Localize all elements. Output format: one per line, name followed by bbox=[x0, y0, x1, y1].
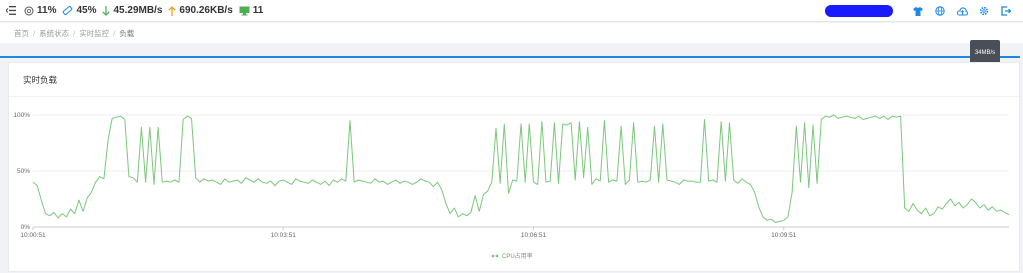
cpu-icon bbox=[24, 6, 34, 16]
breadcrumb-system-status[interactable]: 系统状态 bbox=[39, 28, 69, 39]
topbar-actions bbox=[825, 0, 1017, 22]
breadcrumb: 首页 / 系统状态 / 实时监控 / 负载 bbox=[0, 23, 1023, 43]
upload-speed-stat: 690.26KB/s bbox=[168, 5, 233, 16]
y-tick-label: 100% bbox=[13, 112, 30, 119]
cpu-usage-series-line bbox=[32, 114, 1010, 223]
shirt-icon[interactable] bbox=[907, 0, 929, 22]
x-tick-label: 10:03:51 bbox=[271, 232, 297, 239]
logout-icon[interactable] bbox=[995, 0, 1017, 22]
x-tick-label: 10:09:51 bbox=[771, 232, 797, 239]
menu-toggle-icon[interactable] bbox=[4, 4, 18, 18]
y-tick-label: 0% bbox=[21, 224, 31, 231]
breadcrumb-separator: / bbox=[33, 28, 36, 38]
download-speed-stat: 45.29MB/s bbox=[102, 5, 162, 16]
top-status-bar: 11% 45% 45.29MB/s 690.26KB/s 11 bbox=[0, 0, 1023, 22]
memory-icon bbox=[62, 5, 73, 16]
memory-usage-stat: 45% bbox=[62, 5, 96, 16]
breadcrumb-current: 负载 bbox=[119, 28, 135, 38]
upload-arrow-icon bbox=[168, 5, 177, 16]
download-speed-value: 45.29MB/s bbox=[113, 5, 163, 16]
breadcrumb-realtime-monitor[interactable]: 实时监控 bbox=[79, 28, 109, 39]
cloud-upload-icon[interactable] bbox=[951, 0, 973, 22]
breadcrumb-separator: / bbox=[73, 28, 76, 38]
x-tick-label: 10:06:51 bbox=[521, 232, 547, 239]
connections-stat: 11 bbox=[239, 5, 264, 16]
cpu-load-chart: 0% 50% 100% 10:00:51 10:03:51 10:06:51 10:09:5… bbox=[13, 112, 1010, 260]
upload-speed-value: 690.26KB/s bbox=[179, 5, 233, 16]
legend-marker bbox=[491, 254, 495, 258]
cpu-usage-value: 11% bbox=[37, 5, 57, 16]
legend-label: CPU占用率 bbox=[502, 252, 533, 260]
cpu-usage-stat: 11% bbox=[24, 5, 56, 16]
gear-icon[interactable] bbox=[973, 0, 995, 22]
globe-icon[interactable] bbox=[929, 0, 951, 22]
download-arrow-icon bbox=[102, 5, 111, 16]
breadcrumb-home[interactable]: 首页 bbox=[14, 28, 29, 39]
x-tick-label: 10:00:51 bbox=[20, 232, 46, 239]
user-name-redacted[interactable] bbox=[825, 5, 893, 17]
breadcrumb-separator: / bbox=[113, 28, 116, 38]
realtime-load-panel: 实时负载 0% 50% 100% 10:00:51 10:03:51 10:06:51 10… bbox=[8, 62, 1020, 272]
accent-divider bbox=[0, 56, 1020, 58]
connections-value: 11 bbox=[252, 5, 264, 16]
y-tick-label: 50% bbox=[17, 168, 30, 175]
legend-marker bbox=[495, 254, 499, 258]
monitor-icon bbox=[239, 6, 250, 16]
memory-usage-value: 45% bbox=[76, 5, 97, 16]
